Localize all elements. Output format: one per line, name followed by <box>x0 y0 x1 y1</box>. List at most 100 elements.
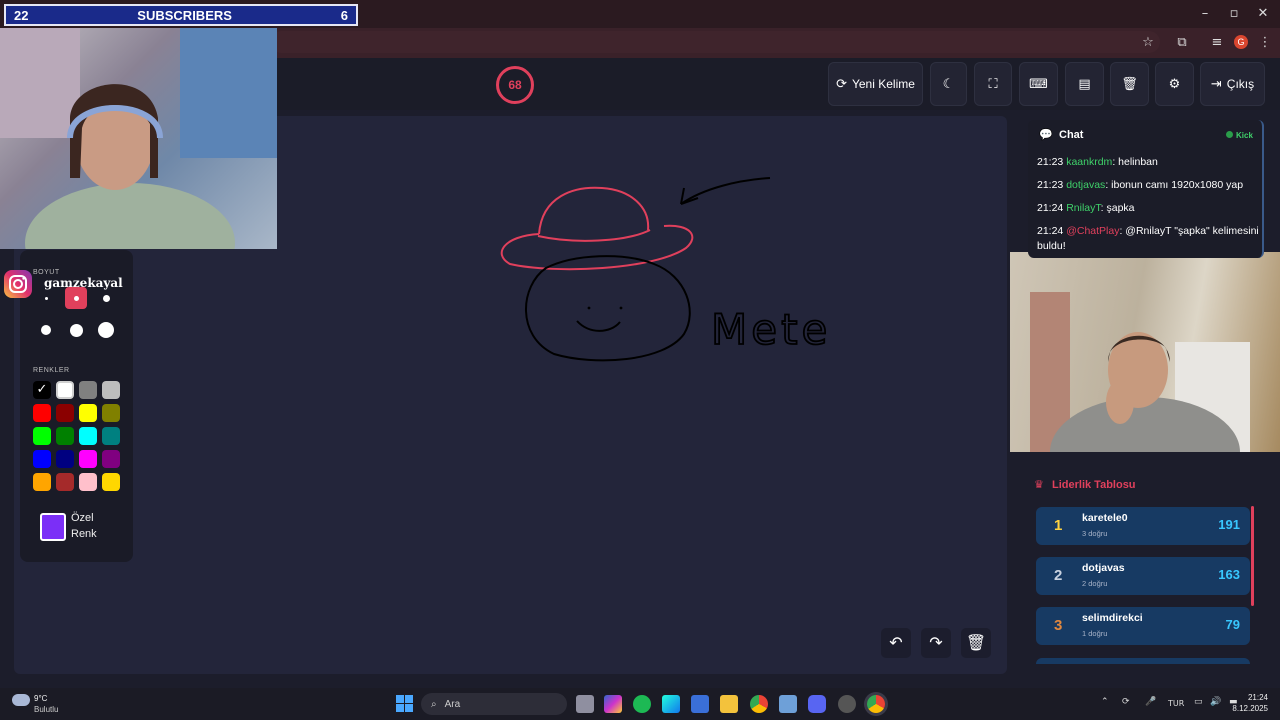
logout-icon: ⇥ <box>1210 76 1222 92</box>
copilot-icon[interactable] <box>604 695 622 713</box>
drawn-word: Mete <box>711 305 831 354</box>
brush-size-1[interactable] <box>35 287 57 309</box>
tray-volume-icon[interactable]: 🔊 <box>1210 697 1221 707</box>
streamer-webcam <box>0 28 277 249</box>
tray-language[interactable]: TUR <box>1168 699 1184 708</box>
extensions-icon[interactable]: ⧉ <box>1171 33 1193 53</box>
minimize-icon[interactable]: – <box>1190 4 1220 24</box>
delete-button[interactable]: 🗑 <box>1110 62 1149 106</box>
task-view-icon[interactable] <box>576 695 594 713</box>
chat-platform: Kick <box>1236 131 1253 140</box>
exit-label: Çıkış <box>1226 77 1255 91</box>
tray-chevron-icon[interactable]: ⌃ <box>1101 697 1109 707</box>
leader-correct-count: 1 doğru <box>1082 629 1108 638</box>
color-swatch[interactable] <box>33 427 51 445</box>
file-explorer-icon[interactable] <box>720 695 738 713</box>
edge-icon[interactable] <box>662 695 680 713</box>
tray-network-icon[interactable]: ▭ <box>1194 697 1203 707</box>
chat-username[interactable]: @ChatPlay <box>1066 225 1119 237</box>
chat-username[interactable]: dotjavas <box>1066 179 1105 191</box>
color-swatch[interactable] <box>102 404 120 422</box>
custom-color-swatch[interactable] <box>40 513 66 541</box>
spotify-icon[interactable] <box>633 695 651 713</box>
store-icon[interactable] <box>691 695 709 713</box>
leader-correct-count: 2 doğru <box>1082 579 1108 588</box>
keyboard-button[interactable]: ⌨ <box>1019 62 1058 106</box>
subscribers-goal-banner: 22 SUBSCRIBERS 6 <box>4 4 358 26</box>
new-word-button[interactable]: ⟳ Yeni Kelime <box>828 62 923 106</box>
chrome-icon[interactable] <box>750 695 768 713</box>
color-swatch[interactable] <box>56 404 74 422</box>
discord-icon[interactable] <box>808 695 826 713</box>
color-swatch[interactable] <box>79 404 97 422</box>
brush-size-2[interactable] <box>65 287 87 309</box>
color-swatch[interactable] <box>33 404 51 422</box>
menu-dots-icon[interactable]: ⋮ <box>1254 33 1276 53</box>
tray-mic-icon[interactable]: 🎤 <box>1145 697 1156 707</box>
brush-size-5[interactable] <box>65 319 87 341</box>
color-swatch[interactable] <box>33 450 51 468</box>
color-swatch[interactable] <box>56 381 74 399</box>
chrome-active-icon[interactable] <box>867 695 885 713</box>
colors-label: RENKLER <box>33 367 70 374</box>
color-swatch[interactable] <box>79 381 97 399</box>
chat-username[interactable]: RnilayT <box>1066 202 1100 214</box>
chat-message: 21:24 RnilayT: şapka <box>1037 201 1259 216</box>
redo-button[interactable]: ↷ <box>921 628 951 658</box>
exit-button[interactable]: ⇥ Çıkış <box>1200 62 1265 106</box>
color-swatch[interactable] <box>56 450 74 468</box>
leaderboard-title: Liderlik Tablosu <box>1052 479 1136 491</box>
weather-cloud-icon[interactable] <box>12 694 30 706</box>
color-swatch[interactable] <box>56 473 74 491</box>
color-swatch[interactable]: ✓ <box>33 381 51 399</box>
fullscreen-icon: ⛶ <box>988 76 998 92</box>
color-swatch[interactable] <box>102 427 120 445</box>
chat-username[interactable]: kaankrdm <box>1066 156 1112 168</box>
leaderboard-row: 1 karetele0 3 doğru 191 <box>1036 507 1250 545</box>
chat-message: 21:24 @ChatPlay: @RnilayT "şapka" kelime… <box>1037 224 1259 254</box>
color-swatch[interactable] <box>102 450 120 468</box>
leader-name: selimdirekci <box>1082 612 1143 624</box>
address-bar[interactable] <box>270 31 1160 53</box>
clock-time[interactable]: 21:24 <box>1238 693 1268 702</box>
leaderboard-row-partial <box>1036 658 1250 664</box>
settings-button[interactable]: ⚙ <box>1155 62 1194 106</box>
chat-title: Chat <box>1059 129 1084 141</box>
leader-rank: 2 <box>1054 567 1063 584</box>
brush-size-4[interactable] <box>35 319 57 341</box>
kick-status-dot <box>1226 131 1233 138</box>
brush-size-3[interactable] <box>95 287 117 309</box>
webcam-person-image <box>0 28 277 249</box>
weather-temp: 9°C <box>34 694 48 703</box>
restore-icon[interactable]: ▫ <box>1219 4 1249 24</box>
chat-text: : ibonun camı 1920x1080 yap <box>1105 179 1244 191</box>
app-icon[interactable] <box>779 695 797 713</box>
undo-button[interactable]: ↶ <box>881 628 911 658</box>
crown-icon: ♛ <box>1034 479 1044 491</box>
refresh-icon: ⟳ <box>836 76 847 92</box>
windows-start-icon[interactable] <box>396 695 414 718</box>
leader-rank: 1 <box>1054 517 1063 534</box>
color-swatch[interactable] <box>102 381 120 399</box>
archive-button[interactable]: ▤ <box>1065 62 1104 106</box>
bookmark-star-icon[interactable]: ☆ <box>1137 33 1159 53</box>
close-icon[interactable]: ✕ <box>1248 4 1278 24</box>
leaderboard-row: 3 selimdirekci 1 doğru 79 <box>1036 607 1250 645</box>
theme-toggle-button[interactable]: ☾ <box>930 62 967 106</box>
color-swatch[interactable] <box>79 473 97 491</box>
color-swatch[interactable] <box>102 473 120 491</box>
clear-canvas-button[interactable]: 🗑 <box>961 628 991 658</box>
color-swatch[interactable] <box>56 427 74 445</box>
color-swatch[interactable] <box>79 427 97 445</box>
color-swatch[interactable] <box>79 450 97 468</box>
color-swatch[interactable] <box>33 473 51 491</box>
brush-size-6[interactable] <box>95 319 117 341</box>
clock-date[interactable]: 8.12.2025 <box>1228 704 1268 713</box>
obs-icon[interactable] <box>838 695 856 713</box>
taskbar-search[interactable]: ⌕ Ara <box>421 693 567 715</box>
tray-sync-icon[interactable]: ⟳ <box>1122 697 1130 707</box>
fullscreen-button[interactable]: ⛶ <box>974 62 1012 106</box>
leaderboard-scrollbar[interactable] <box>1251 506 1254 606</box>
profile-avatar[interactable]: G <box>1234 35 1248 49</box>
media-icon[interactable]: ≡ <box>1206 33 1228 53</box>
